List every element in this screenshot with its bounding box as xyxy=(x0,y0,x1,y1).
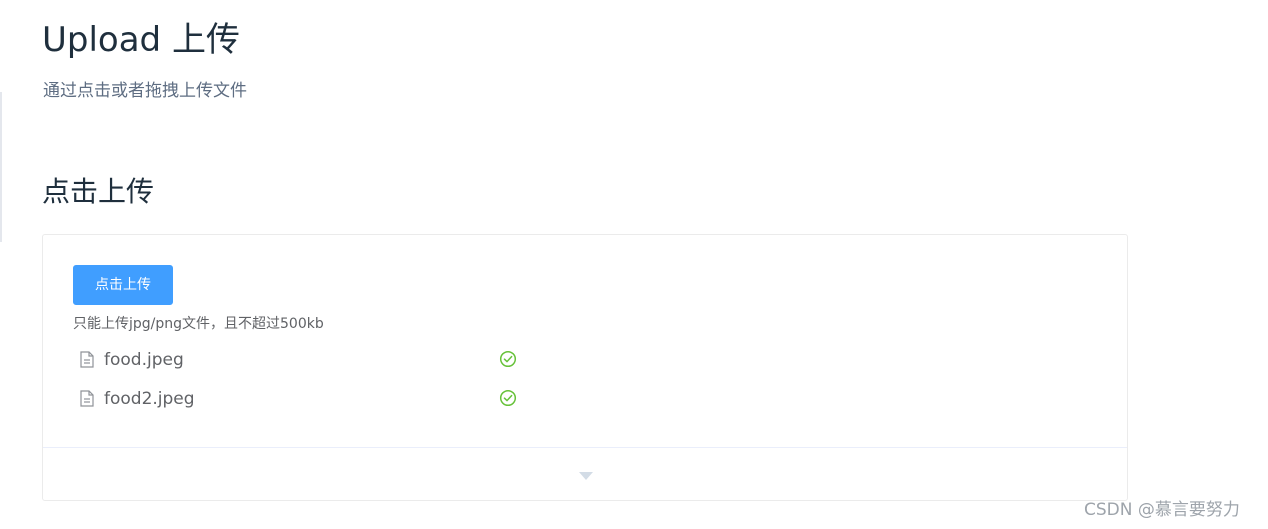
file-name[interactable]: food.jpeg xyxy=(104,349,184,371)
click-upload-button[interactable]: 点击上传 xyxy=(73,265,173,305)
page-title: Upload 上传 xyxy=(42,20,240,60)
demo-expand-control[interactable] xyxy=(43,447,1127,501)
page-description: 通过点击或者拖拽上传文件 xyxy=(43,81,247,101)
file-list: food.jpeg food2.jpeg xyxy=(73,347,533,425)
document-icon xyxy=(80,390,94,407)
check-circle-icon xyxy=(499,350,517,368)
left-edge-divider xyxy=(0,92,2,242)
file-list-item[interactable]: food2.jpeg xyxy=(73,386,533,412)
upload-tip: 只能上传jpg/png文件，且不超过500kb xyxy=(73,316,324,332)
section-title: 点击上传 xyxy=(42,175,155,208)
demo-block: 点击上传 只能上传jpg/png文件，且不超过500kb food.jpeg f… xyxy=(42,234,1128,501)
document-icon xyxy=(80,351,94,368)
caret-down-icon xyxy=(579,472,593,480)
file-name[interactable]: food2.jpeg xyxy=(104,388,195,410)
check-circle-icon xyxy=(499,389,517,407)
file-list-item[interactable]: food.jpeg xyxy=(73,347,533,373)
watermark: CSDN @慕言要努力 xyxy=(1084,500,1240,520)
